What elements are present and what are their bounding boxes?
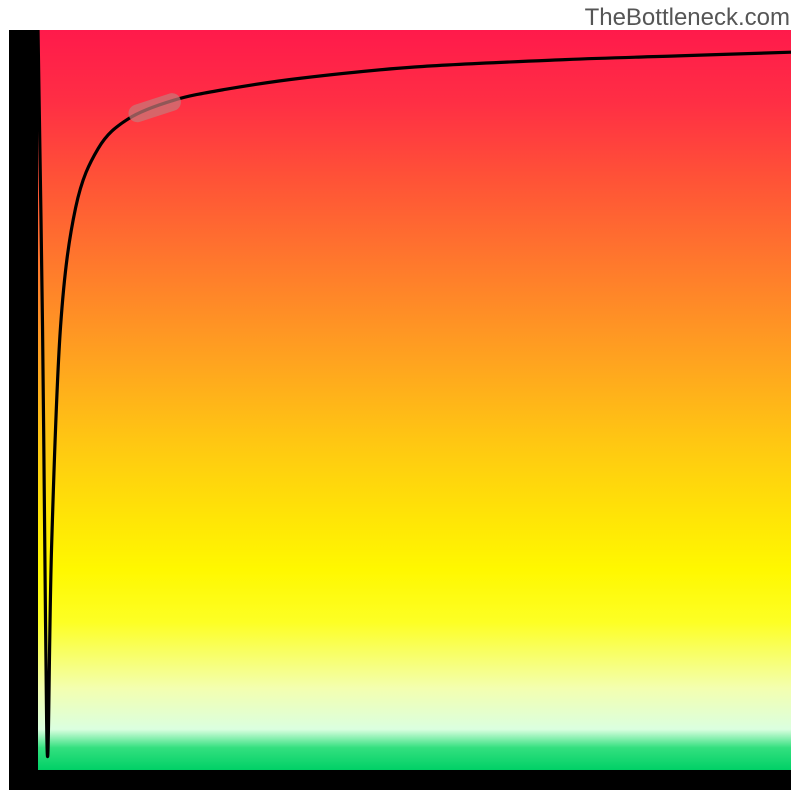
bottleneck-curve	[38, 30, 791, 757]
curve-layer	[38, 30, 791, 770]
plot-area	[38, 30, 791, 770]
attribution-label: TheBottleneck.com	[585, 4, 790, 32]
chart-frame: TheBottleneck.com	[0, 0, 800, 800]
highlight-pill	[126, 91, 183, 125]
plot-border	[9, 30, 791, 790]
